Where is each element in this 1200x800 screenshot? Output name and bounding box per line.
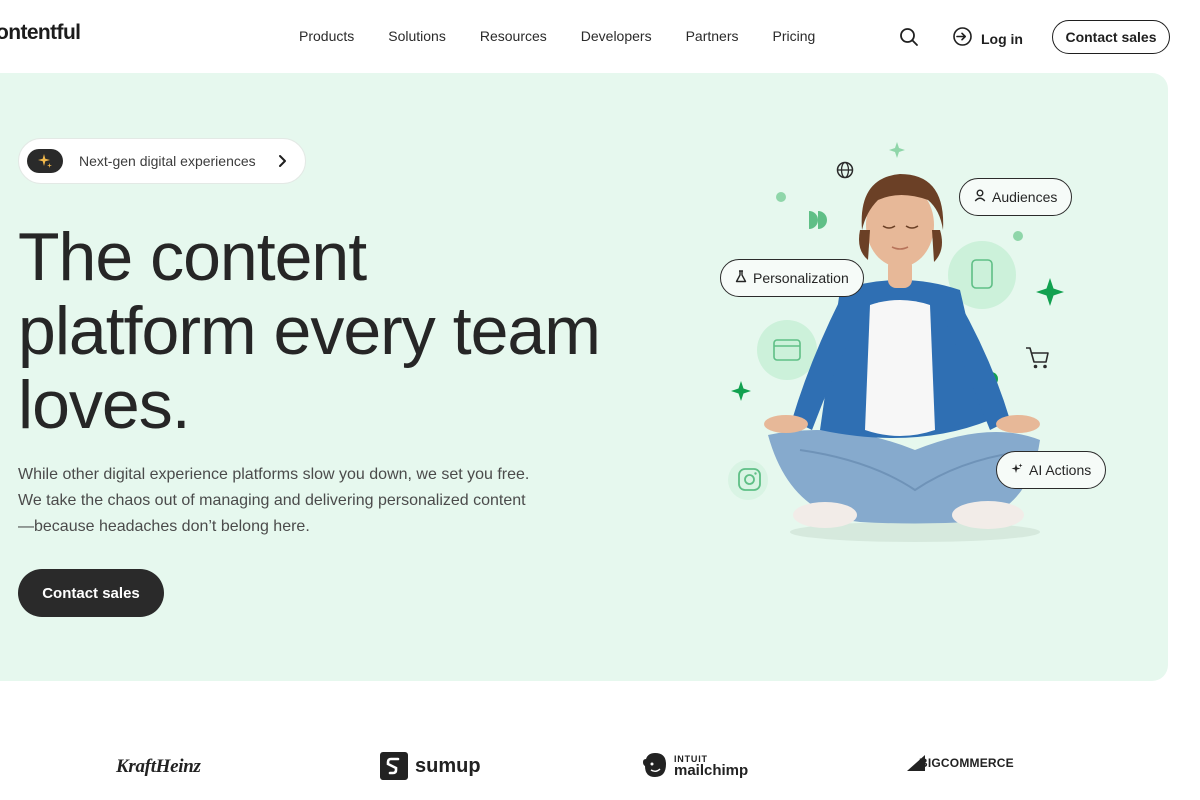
person-icon: [974, 189, 986, 205]
sparkle-icon: [27, 149, 63, 173]
personalization-tag: Personalization: [720, 259, 864, 297]
nav-developers[interactable]: Developers: [581, 28, 652, 44]
search-icon[interactable]: [898, 26, 920, 48]
primary-nav: Products Solutions Resources Developers …: [299, 28, 849, 44]
headline-line-2: platform every team: [18, 293, 601, 369]
mailchimp-wordmark: INTUIT mailchimp: [674, 753, 749, 779]
ai-sparkle-icon: [1011, 462, 1023, 478]
mailchimp-logo: INTUIT mailchimp: [642, 751, 748, 779]
headline-line-1: The content: [18, 219, 367, 295]
bigcommerce-wordmark: BIGCOMMERCE: [919, 756, 1014, 770]
chevron-right-icon: [277, 154, 287, 173]
ai-actions-tag: AI Actions: [996, 451, 1107, 489]
headline-line-3: loves.: [18, 367, 191, 443]
sumup-wordmark: sumup: [415, 754, 481, 777]
nav-pricing[interactable]: Pricing: [773, 28, 816, 44]
announcement-label: Next-gen digital experiences: [79, 153, 256, 169]
nav-resources[interactable]: Resources: [480, 28, 547, 44]
ai-actions-label: AI Actions: [1029, 462, 1092, 478]
hero-illustration: Personalization Audiences AI Actions: [700, 130, 1140, 560]
kraftheinz-wordmark: KraftHeinz: [116, 756, 201, 777]
customer-logos: KraftHeinz sumup INTUIT mailchimp BIGCOM…: [0, 740, 1200, 790]
audiences-tag: Audiences: [959, 178, 1073, 216]
contact-sales-hero-button[interactable]: Contact sales: [18, 569, 164, 617]
contact-sales-nav-button[interactable]: Contact sales: [1052, 20, 1170, 54]
login-arrow-icon: [952, 26, 973, 52]
globe-icon: [836, 161, 854, 179]
top-nav: ontentful Products Solutions Resources D…: [0, 0, 1200, 72]
mailchimp-label: mailchimp: [674, 762, 749, 779]
cart-icon: [1026, 347, 1049, 369]
nav-partners[interactable]: Partners: [686, 28, 739, 44]
mailchimp-freddie-icon: [643, 753, 666, 777]
nav-products[interactable]: Products: [299, 28, 354, 44]
sumup-mark-icon: [380, 752, 408, 780]
login-link[interactable]: Log in: [952, 26, 1023, 52]
personalization-label: Personalization: [753, 270, 849, 286]
audiences-label: Audiences: [992, 189, 1058, 205]
kraftheinz-logo: KraftHeinz: [116, 756, 201, 778]
bigcommerce-logo: BIGCOMMERCE: [905, 754, 1014, 772]
login-label: Log in: [981, 31, 1023, 47]
announcement-pill[interactable]: Next-gen digital experiences: [18, 138, 306, 184]
sumup-logo: sumup: [379, 751, 481, 781]
hero-description: While other digital experience platforms…: [18, 466, 530, 535]
hero-headline: The content platform every team loves.: [18, 220, 698, 442]
meditating-woman-illustration: [728, 142, 1064, 542]
flask-icon: [735, 270, 747, 286]
nav-solutions[interactable]: Solutions: [388, 28, 446, 44]
brand-logo[interactable]: ontentful: [0, 21, 81, 45]
